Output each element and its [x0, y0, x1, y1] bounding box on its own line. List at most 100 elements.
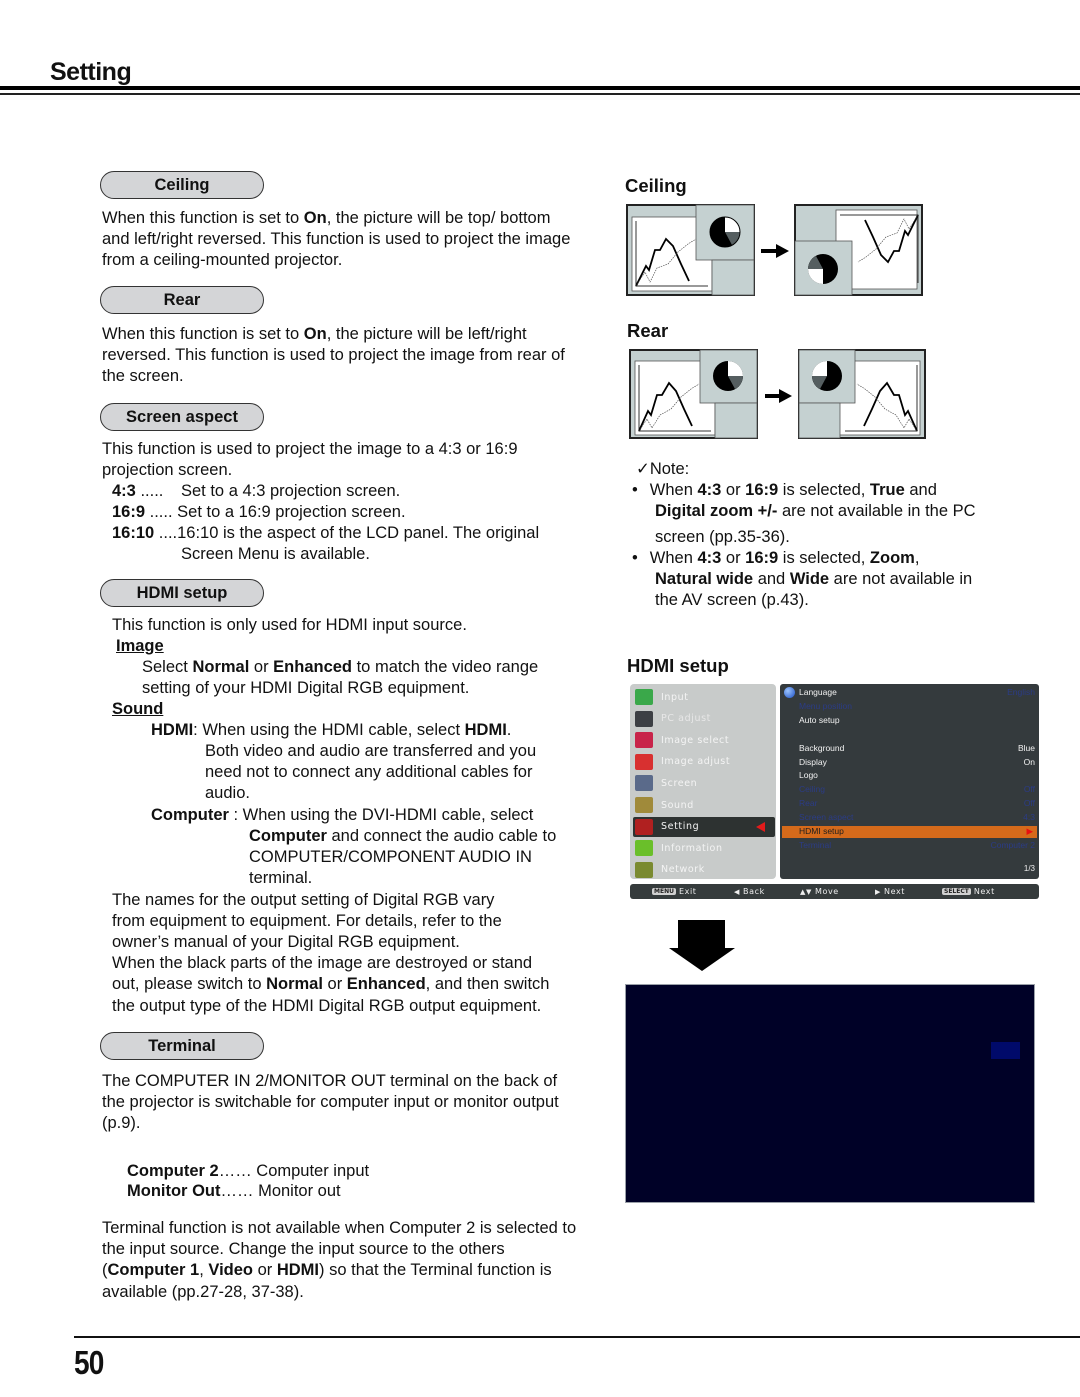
- text: When this function is set to: [102, 325, 304, 343]
- text-bold: Computer: [151, 806, 229, 824]
- text-bold: Zoom: [869, 549, 915, 567]
- osd-menu-item-label: Network: [661, 864, 705, 876]
- osd-setting-label: Ceiling: [799, 784, 825, 795]
- screen-icon: [635, 775, 653, 792]
- text-bold: Computer: [249, 827, 327, 845]
- osd-setting-row[interactable]: Screen aspect 4:3: [799, 812, 1035, 825]
- option-desc: Set to a 16:9 projection screen.: [177, 503, 406, 521]
- osd-menu-item-label: Screen: [661, 777, 698, 789]
- osd-menu-item[interactable]: Sound: [633, 795, 775, 815]
- bullet-icon: •: [632, 481, 638, 499]
- note-bullet-1-line3: screen (pp.35-36).: [655, 528, 790, 546]
- osd-menu-item[interactable]: Image select: [633, 730, 775, 750]
- osd-menu-item[interactable]: PC adjust: [633, 709, 775, 729]
- key-icon: ◀: [734, 887, 740, 896]
- text: When: [649, 481, 698, 499]
- text-bold: Natural wide: [655, 570, 754, 588]
- option-desc: Monitor out: [253, 1182, 341, 1200]
- osd-menu-item[interactable]: Screen: [633, 773, 775, 793]
- osd-setting-row[interactable]: Display On: [799, 757, 1035, 770]
- osd-menu-item-label: Image select: [661, 734, 730, 746]
- section-heading-ceiling: Ceiling: [100, 171, 264, 199]
- osd-help-label: Back: [742, 887, 765, 896]
- hdmi-image-text: Select Normal or Enhanced to match the v…: [142, 657, 538, 678]
- osd-setting-label: Logo: [799, 770, 818, 781]
- osd-setting-label: HDMI setup: [799, 826, 844, 836]
- text-bold: 4:3: [697, 481, 722, 499]
- terminal-note: Terminal function is not available when …: [102, 1218, 578, 1303]
- osd-help-item: MENU Exit: [652, 887, 697, 896]
- osd-highlight-block: [991, 1042, 1020, 1059]
- osd-setting-row[interactable]: Terminal Computer 2: [799, 840, 1035, 853]
- hdmi-sound-computer-line: terminal.: [249, 869, 313, 887]
- osd-setting-row[interactable]: [799, 729, 1035, 742]
- rear-description: When this function is set to On, the pic…: [102, 324, 582, 388]
- hdmi-sound-computer: Computer : When using the DVI-HDMI cable…: [151, 805, 533, 826]
- dots: ....: [154, 524, 178, 542]
- image-select-icon: [635, 732, 653, 749]
- text-bold: On: [303, 325, 327, 343]
- text-bold: Computer 1: [107, 1261, 200, 1280]
- terminal-option-computer2: Computer 2…… Computer input: [127, 1161, 369, 1182]
- note-bullet-1-line2: Digital zoom +/- are not available in th…: [655, 501, 976, 522]
- text: and: [753, 570, 790, 588]
- arrow-down-icon: [669, 920, 735, 971]
- osd-menu-item[interactable]: Information: [633, 838, 775, 858]
- note-bullet-2-line3: the AV screen (p.43).: [655, 591, 809, 609]
- osd-setting-row[interactable]: Language English: [799, 687, 1035, 700]
- text: are not available in the PC: [777, 502, 976, 520]
- osd-setting-row[interactable]: HDMI setup ▶: [782, 826, 1037, 838]
- osd-hdmi-submenu-screen: [625, 984, 1035, 1203]
- hdmi-osd-title: HDMI setup: [627, 655, 729, 676]
- text-bold: On: [303, 209, 327, 227]
- text: is selected,: [778, 549, 870, 567]
- osd-menu: Input PC adjust Image select Image adjust Sc…: [628, 684, 1039, 900]
- osd-setting-value: English: [1007, 687, 1035, 697]
- osd-setting-submenu: 1/3 Language English Menu position Auto set…: [780, 684, 1039, 879]
- selected-arrow-icon: [756, 821, 765, 832]
- osd-help-item: ▲▼ Move: [800, 887, 839, 896]
- osd-setting-row[interactable]: Ceiling Off: [799, 784, 1035, 797]
- wrench-icon: [635, 818, 653, 835]
- terminal-intro: The COMPUTER IN 2/MONITOR OUT terminal o…: [102, 1072, 559, 1133]
- osd-setting-row[interactable]: Menu position: [799, 701, 1035, 714]
- osd-help-item: ◀ Back: [734, 887, 765, 896]
- text: and connect the audio cable to: [326, 827, 557, 845]
- rear-before-frame: [629, 349, 758, 439]
- rear-diagram: [629, 349, 926, 439]
- dots: ……: [218, 1162, 252, 1180]
- text: , and then switch: [425, 975, 550, 993]
- hdmi-intro: This function is only used for HDMI inpu…: [112, 616, 467, 634]
- text: When this function is set to: [102, 209, 304, 227]
- header-rule-thin: [0, 93, 1080, 95]
- text-bold: 4:3: [697, 549, 722, 567]
- osd-setting-value: On: [1023, 756, 1035, 767]
- osd-menu-item[interactable]: Setting: [633, 816, 775, 837]
- osd-setting-value: Computer 2: [990, 839, 1035, 850]
- osd-help-bar: MENU Exit ◀ Back ▲▼ Move ▶ Next SELECT Next: [630, 884, 1039, 899]
- osd-page-indicator: 1/3: [1023, 864, 1035, 873]
- osd-menu-item[interactable]: Image adjust: [633, 752, 775, 772]
- section-heading-terminal: Terminal: [100, 1032, 264, 1060]
- key-icon: ▲▼: [800, 887, 812, 896]
- option-key: Computer 2: [127, 1162, 219, 1180]
- osd-help-item: ▶ Next: [875, 887, 905, 896]
- hdmi-sound-computer-line: COMPUTER/COMPONENT AUDIO IN: [249, 848, 532, 866]
- text: .: [506, 721, 512, 739]
- osd-setting-label: Auto setup: [799, 714, 840, 725]
- osd-setting-row[interactable]: Logo: [799, 770, 1035, 783]
- osd-setting-row[interactable]: Background Blue: [799, 743, 1035, 756]
- pie-chart-icon: [709, 216, 741, 248]
- option-desc: Computer input: [251, 1162, 370, 1180]
- osd-menu-item-label: Sound: [661, 799, 694, 811]
- option-desc: 16:10 is the aspect of the LCD panel. Th…: [177, 524, 540, 542]
- text: to match the video range: [352, 658, 539, 676]
- osd-menu-item[interactable]: Input: [633, 687, 775, 707]
- text-bold: Wide: [789, 570, 830, 588]
- text-bold: 16:9: [745, 549, 779, 567]
- osd-setting-row[interactable]: Rear Off: [799, 798, 1035, 811]
- osd-menu-item[interactable]: Network: [633, 860, 775, 880]
- network-icon: [635, 861, 653, 878]
- osd-setting-row[interactable]: Auto setup: [799, 715, 1035, 728]
- osd-setting-value: 4:3: [1023, 812, 1035, 823]
